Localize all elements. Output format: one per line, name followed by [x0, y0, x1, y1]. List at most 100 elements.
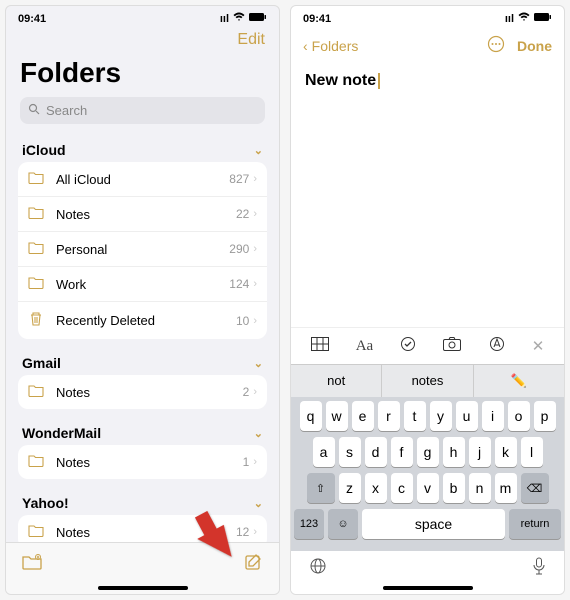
- folder-list: All iCloud827›Notes22›Personal290›Work12…: [18, 162, 267, 339]
- key-e[interactable]: e: [352, 401, 374, 431]
- back-label: Folders: [312, 38, 359, 54]
- key-i[interactable]: i: [482, 401, 504, 431]
- text-cursor: [378, 73, 380, 89]
- chevron-right-icon: ›: [253, 243, 257, 255]
- battery-icon: [249, 12, 267, 25]
- folder-label: Personal: [56, 242, 229, 257]
- key-k[interactable]: k: [495, 437, 517, 467]
- key-u[interactable]: u: [456, 401, 478, 431]
- compose-button[interactable]: [245, 553, 263, 576]
- keyboard: qwertyuiop asdfghjkl ⇧ zxcvbnm ⌫ 123 ☺ s…: [291, 397, 564, 551]
- key-y[interactable]: y: [430, 401, 452, 431]
- new-folder-button[interactable]: [22, 554, 42, 575]
- checklist-icon[interactable]: [400, 336, 416, 356]
- suggestion[interactable]: not: [291, 365, 382, 397]
- key-f[interactable]: f: [391, 437, 413, 467]
- table-icon[interactable]: [311, 337, 329, 355]
- key-a[interactable]: a: [313, 437, 335, 467]
- status-right: ııl: [505, 12, 552, 25]
- folder-count: 290: [229, 242, 249, 256]
- keyboard-area: Aa ✕ not notes ✏️ qwertyuiop asdfghjkl ⇧…: [291, 327, 564, 594]
- folders-screen: 09:41 ııl Edit Folders Search iCloud⌄All…: [5, 5, 280, 595]
- folder-label: All iCloud: [56, 172, 229, 187]
- key-m[interactable]: m: [495, 473, 517, 503]
- folder-icon: [28, 454, 46, 470]
- key-p[interactable]: p: [534, 401, 556, 431]
- nav-row: Edit: [6, 27, 279, 53]
- key-r[interactable]: r: [378, 401, 400, 431]
- note-nav: ‹ Folders Done: [291, 27, 564, 64]
- suggestion[interactable]: ✏️: [474, 365, 564, 397]
- chevron-down-icon[interactable]: ⌄: [254, 357, 263, 370]
- folder-count: 2: [243, 385, 250, 399]
- folder-icon: [28, 206, 46, 222]
- key-d[interactable]: d: [365, 437, 387, 467]
- format-icon[interactable]: Aa: [356, 338, 374, 355]
- section-header[interactable]: WonderMail⌄: [6, 417, 279, 445]
- search-icon: [28, 103, 40, 118]
- markup-icon[interactable]: [489, 336, 505, 356]
- more-button[interactable]: [487, 35, 505, 56]
- folder-row[interactable]: Personal290 ›: [18, 232, 267, 267]
- close-toolbar-icon[interactable]: ✕: [532, 337, 545, 355]
- section-name: Gmail: [22, 355, 61, 371]
- folder-row[interactable]: All iCloud827›: [18, 162, 267, 197]
- mic-icon[interactable]: [532, 557, 546, 580]
- folder-row[interactable]: Notes22›: [18, 197, 267, 232]
- folder-row[interactable]: Notes1›: [18, 445, 267, 479]
- status-time: 09:41: [303, 13, 331, 25]
- suggestion[interactable]: notes: [382, 365, 473, 397]
- chevron-down-icon[interactable]: ⌄: [254, 427, 263, 440]
- done-button[interactable]: Done: [517, 38, 552, 54]
- section-header[interactable]: Gmail ⌄: [6, 347, 279, 375]
- section-header[interactable]: iCloud⌄: [6, 134, 279, 162]
- key-q[interactable]: q: [300, 401, 322, 431]
- chevron-down-icon[interactable]: ⌄: [254, 497, 263, 510]
- camera-icon[interactable]: [443, 337, 461, 355]
- folder-row[interactable]: Notes2›: [18, 375, 267, 409]
- folder-count: 827: [229, 172, 249, 186]
- space-key[interactable]: space: [362, 509, 505, 539]
- key-n[interactable]: n: [469, 473, 491, 503]
- backspace-key[interactable]: ⌫: [521, 473, 549, 503]
- status-time: 09:41: [18, 13, 46, 25]
- key-v[interactable]: v: [417, 473, 439, 503]
- keyboard-suggestions: not notes ✏️: [291, 364, 564, 397]
- chevron-down-icon[interactable]: ⌄: [254, 144, 263, 157]
- chevron-right-icon: ›: [253, 208, 257, 220]
- key-x[interactable]: x: [365, 473, 387, 503]
- key-w[interactable]: w: [326, 401, 348, 431]
- search-input[interactable]: Search: [20, 97, 265, 124]
- folder-label: Work: [56, 277, 229, 292]
- section-header[interactable]: Yahoo!⌄: [6, 487, 279, 515]
- signal-icon: ııl: [505, 13, 514, 25]
- chevron-right-icon: ›: [253, 386, 257, 398]
- globe-icon[interactable]: [309, 557, 327, 580]
- folder-label: Notes: [56, 385, 243, 400]
- folder-list: Notes2›: [18, 375, 267, 409]
- key-z[interactable]: z: [339, 473, 361, 503]
- shift-key[interactable]: ⇧: [307, 473, 335, 503]
- key-b[interactable]: b: [443, 473, 465, 503]
- folder-count: 10: [236, 314, 249, 328]
- key-t[interactable]: t: [404, 401, 426, 431]
- numbers-key[interactable]: 123: [294, 509, 324, 539]
- folder-row[interactable]: Recently Deleted10›: [18, 302, 267, 339]
- key-s[interactable]: s: [339, 437, 361, 467]
- return-key[interactable]: return: [509, 509, 561, 539]
- key-j[interactable]: j: [469, 437, 491, 467]
- key-o[interactable]: o: [508, 401, 530, 431]
- key-c[interactable]: c: [391, 473, 413, 503]
- back-button[interactable]: ‹ Folders: [303, 38, 358, 54]
- folder-sections[interactable]: iCloud⌄All iCloud827›Notes22›Personal290…: [6, 134, 279, 594]
- folder-row[interactable]: Work124›: [18, 267, 267, 302]
- folder-label: Recently Deleted: [56, 313, 236, 328]
- chevron-right-icon: ›: [253, 526, 257, 538]
- key-h[interactable]: h: [443, 437, 465, 467]
- folder-count: 1: [243, 455, 250, 469]
- edit-button[interactable]: Edit: [237, 31, 265, 49]
- key-l[interactable]: l: [521, 437, 543, 467]
- note-body[interactable]: New note: [291, 64, 564, 98]
- key-g[interactable]: g: [417, 437, 439, 467]
- emoji-key[interactable]: ☺: [328, 509, 358, 539]
